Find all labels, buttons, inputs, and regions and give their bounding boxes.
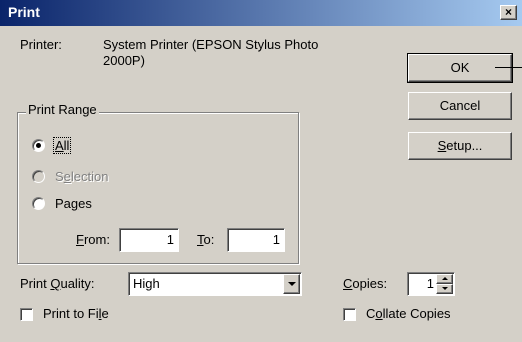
radio-pages[interactable] [32,197,45,210]
from-label: From: [76,232,110,247]
printer-name-line1: System Printer (EPSON Stylus Photo [103,37,319,52]
radio-all-label[interactable]: All [53,137,72,154]
radio-all-mnemonic: A [55,138,64,153]
copies-text: opies: [352,276,388,291]
printer-label: Printer: [20,37,62,52]
spin-down-icon [441,287,448,290]
print-to-file-checkbox[interactable] [20,308,33,321]
to-label: To: [197,232,214,247]
to-input[interactable]: 1 [227,228,285,252]
print-to-file-label[interactable]: Print to File [43,306,109,321]
collate-mnemonic: o [375,306,383,321]
quality-dropdown-button[interactable] [283,274,300,294]
ok-button[interactable]: OK [407,53,513,83]
close-icon: × [504,5,512,19]
setup-button[interactable]: Setup... [408,132,512,160]
from-mnemonic: F [76,232,84,247]
collate-text-rest: llate Copies [382,306,451,321]
quality-text-rest: uality: [60,276,95,291]
window-title: Print [8,4,40,20]
callout-line [495,67,522,68]
print-quality-select[interactable]: High [128,272,302,296]
copies-label: Copies: [343,276,387,291]
radio-selection-label: Selection [55,169,108,184]
from-text: rom: [83,232,110,247]
radio-all-dot [36,143,41,148]
print-quality-label: Print Quality: [20,276,94,291]
copies-spin-up[interactable] [436,274,453,284]
quality-mnemonic: Q [50,276,61,291]
printer-name-line2: 2000P) [103,53,145,68]
cancel-button[interactable]: Cancel [408,92,512,120]
radio-pages-label[interactable]: Pages [55,196,92,211]
radio-selection[interactable] [32,170,45,183]
from-input[interactable]: 1 [119,228,179,252]
setup-mnemonic: S [437,138,447,153]
to-text: o: [203,232,215,247]
radio-all[interactable] [32,139,45,152]
chevron-down-icon [287,282,296,286]
print-to-file-text-rest: e [101,306,109,321]
quality-text-pre: Print [20,276,51,291]
spin-up-icon [441,277,448,280]
collate-label[interactable]: Collate Copies [366,306,451,321]
cancel-button-label: Cancel [439,98,481,113]
selection-text-pre: S [55,169,64,184]
from-value: 1 [166,232,174,247]
radio-all-text: ll [63,138,70,153]
pages-text-rest: es [78,196,92,211]
selection-text-rest: lection [70,169,109,184]
setup-button-label: etup... [446,138,483,153]
print-quality-value: High [133,276,160,291]
close-button[interactable]: × [500,5,517,20]
copies-spin-down[interactable] [436,284,453,294]
selection-mnemonic: e [63,169,71,184]
to-value: 1 [272,232,280,247]
print-range-label: Print Range [26,102,99,117]
copies-value: 1 [426,276,434,291]
ok-button-label: OK [450,60,470,75]
pages-text-pre: Pa [55,196,71,211]
collate-text-pre: C [366,306,376,321]
collate-checkbox[interactable] [343,308,356,321]
copies-mnemonic: C [343,276,353,291]
print-to-file-text-pre: Print to Fi [43,306,99,321]
title-bar: Print × [0,0,522,26]
